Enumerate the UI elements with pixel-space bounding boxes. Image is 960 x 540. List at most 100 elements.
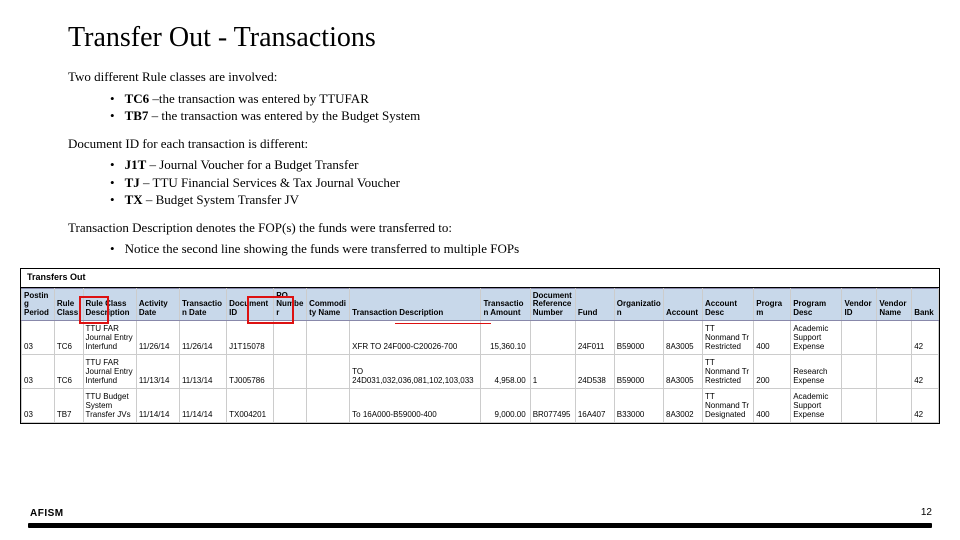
- page-number: 12: [921, 507, 932, 518]
- table-cell: 400: [754, 389, 791, 423]
- table-header-cell: Transaction Amount: [481, 288, 530, 320]
- table-cell: Academic Support Expense: [791, 321, 842, 355]
- table-header-cell: Commodity Name: [307, 288, 350, 320]
- table-cell: 16A407: [575, 389, 614, 423]
- table-cell: 8A3002: [664, 389, 703, 423]
- table-cell: 42: [912, 321, 939, 355]
- footer-bar: [28, 523, 932, 528]
- bullet: TC6 –the transaction was entered by TTUF…: [110, 90, 910, 108]
- table-cell: 11/14/14: [179, 389, 226, 423]
- table-cell: 11/14/14: [136, 389, 179, 423]
- table-cell: TJ005786: [227, 355, 274, 389]
- table-cell: BR077495: [530, 389, 575, 423]
- table-header-cell: Bank: [912, 288, 939, 320]
- table-header-cell: Transaction Date: [179, 288, 226, 320]
- section-lead: Two different Rule classes are involved:: [68, 68, 910, 86]
- table-cell: [877, 389, 912, 423]
- table-cell: TT Nonmand Tr Designated: [702, 389, 753, 423]
- table-header-cell: Program Desc: [791, 288, 842, 320]
- table-cell: TT Nonmand Tr Restricted: [702, 355, 753, 389]
- bullet: TB7 – the transaction was entered by the…: [110, 107, 910, 125]
- table-cell: B33000: [614, 389, 663, 423]
- table-row: 03TC6TTU FAR Journal Entry Interfund11/2…: [22, 321, 939, 355]
- table-cell: [842, 355, 877, 389]
- table-cell: 03: [22, 389, 55, 423]
- table-cell: 15,360.10: [481, 321, 530, 355]
- table-cell: TC6: [54, 355, 83, 389]
- table-cell: 9,000.00: [481, 389, 530, 423]
- table-header-row: Posting PeriodRule ClassRule Class Descr…: [22, 288, 939, 320]
- table-cell: 24D538: [575, 355, 614, 389]
- table-cell: [842, 321, 877, 355]
- table-cell: J1T15078: [227, 321, 274, 355]
- table-cell: 11/26/14: [179, 321, 226, 355]
- table-cell: B59000: [614, 321, 663, 355]
- bullet: TJ – TTU Financial Services & Tax Journa…: [110, 174, 910, 192]
- table-header-cell: PO Number: [274, 288, 307, 320]
- section-lead: Document ID for each transaction is diff…: [68, 135, 910, 153]
- table-cell: To 16A000-B59000-400: [350, 389, 481, 423]
- table-header-cell: Activity Date: [136, 288, 179, 320]
- slide-footer: AFISM: [0, 503, 960, 528]
- page-title: Transfer Out - Transactions: [68, 22, 910, 54]
- table-cell: [307, 321, 350, 355]
- table-cell: [842, 389, 877, 423]
- table-header-cell: Organization: [614, 288, 663, 320]
- table-cell: TTU FAR Journal Entry Interfund: [83, 321, 136, 355]
- table-cell: TC6: [54, 321, 83, 355]
- table-cell: 11/26/14: [136, 321, 179, 355]
- table-cell: 42: [912, 389, 939, 423]
- table-header-cell: Account: [664, 288, 703, 320]
- table-header-cell: Transaction Description: [350, 288, 481, 320]
- table-cell: [877, 355, 912, 389]
- table-cell: 03: [22, 355, 55, 389]
- table-cell: [307, 389, 350, 423]
- table-header-cell: Fund: [575, 288, 614, 320]
- table-cell: [274, 389, 307, 423]
- table-cell: 42: [912, 355, 939, 389]
- table-cell: TTU Budget System Transfer JVs: [83, 389, 136, 423]
- table-cell: XFR TO 24F000-C20026-700: [350, 321, 481, 355]
- table-cell: 1: [530, 355, 575, 389]
- table-cell: 8A3005: [664, 355, 703, 389]
- bullet: TX – Budget System Transfer JV: [110, 191, 910, 209]
- table-cell: 8A3005: [664, 321, 703, 355]
- body-text: Two different Rule classes are involved:…: [68, 68, 910, 258]
- table-cell: 200: [754, 355, 791, 389]
- table-header-cell: Document Reference Number: [530, 288, 575, 320]
- table-row: 03TB7TTU Budget System Transfer JVs11/14…: [22, 389, 939, 423]
- table-cell: 11/13/14: [179, 355, 226, 389]
- bullet: J1T – Journal Voucher for a Budget Trans…: [110, 156, 910, 174]
- table-cell: 400: [754, 321, 791, 355]
- section-lead: Transaction Description denotes the FOP(…: [68, 219, 910, 237]
- footer-logo: AFISM: [28, 508, 64, 519]
- table-cell: TTU FAR Journal Entry Interfund: [83, 355, 136, 389]
- bullet: Notice the second line showing the funds…: [110, 240, 910, 258]
- table-cell: Research Expense: [791, 355, 842, 389]
- table-cell: Academic Support Expense: [791, 389, 842, 423]
- table-cell: [307, 355, 350, 389]
- table-header-cell: Vendor ID: [842, 288, 877, 320]
- table-header-cell: Rule Class: [54, 288, 83, 320]
- table-cell: TX004201: [227, 389, 274, 423]
- table-cell: 4,958.00: [481, 355, 530, 389]
- table-header-cell: Account Desc: [702, 288, 753, 320]
- table-header-cell: Rule Class Description: [83, 288, 136, 320]
- table-header-cell: Posting Period: [22, 288, 55, 320]
- table-header-cell: Vendor Name: [877, 288, 912, 320]
- table-caption: Transfers Out: [21, 269, 939, 288]
- table-cell: [877, 321, 912, 355]
- table-cell: TT Nonmand Tr Restricted: [702, 321, 753, 355]
- table-cell: TB7: [54, 389, 83, 423]
- table-header-cell: Document ID: [227, 288, 274, 320]
- table-cell: TO 24D031,032,036,081,102,103,033: [350, 355, 481, 389]
- table-row: 03TC6TTU FAR Journal Entry Interfund11/1…: [22, 355, 939, 389]
- table-cell: 24F011: [575, 321, 614, 355]
- transfers-out-table: Transfers Out Posting PeriodRule ClassRu…: [20, 268, 940, 424]
- table-cell: [530, 321, 575, 355]
- table-cell: 03: [22, 321, 55, 355]
- table-cell: 11/13/14: [136, 355, 179, 389]
- table-header-cell: Program: [754, 288, 791, 320]
- table-cell: [274, 355, 307, 389]
- table-cell: [274, 321, 307, 355]
